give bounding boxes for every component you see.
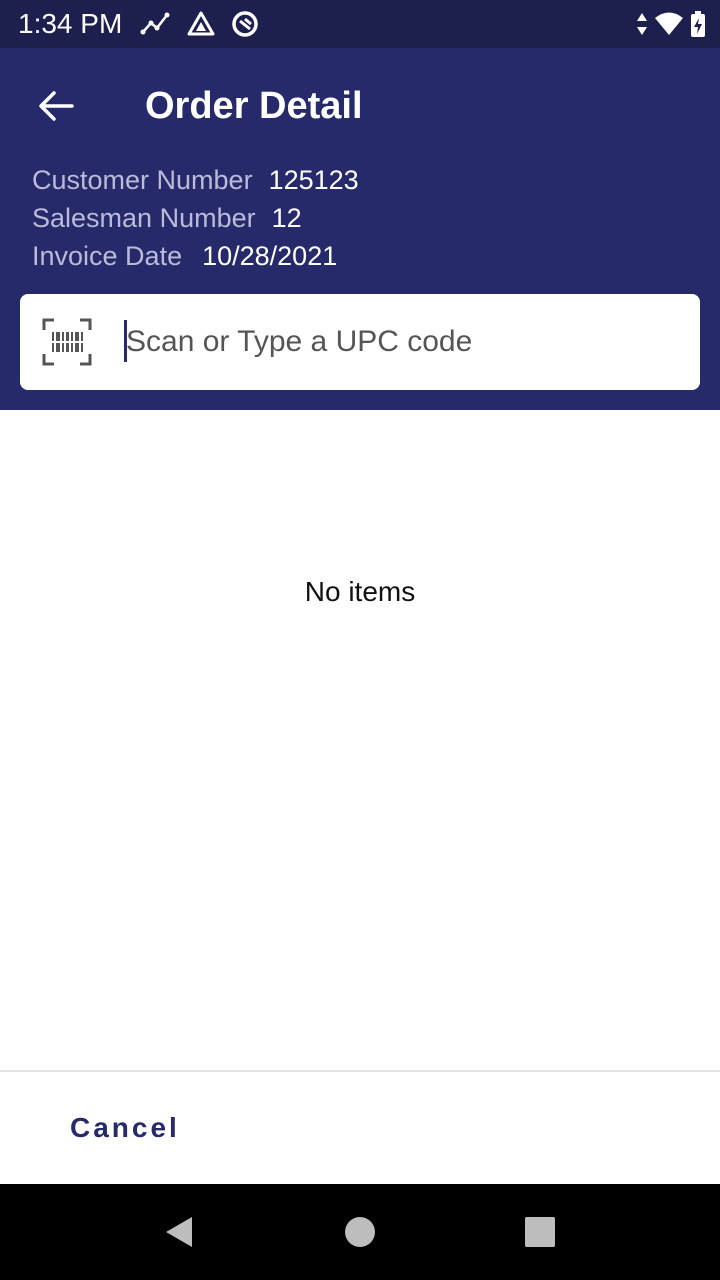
arrow-back-icon xyxy=(39,91,74,121)
nav-back-icon[interactable] xyxy=(162,1214,198,1250)
customer-number-label: Customer Number xyxy=(32,165,253,195)
page-title: Order Detail xyxy=(145,85,363,127)
system-status-icons: 5 xyxy=(636,9,706,39)
invoice-date-row: Invoice Date 10/28/2021 xyxy=(32,240,337,272)
footer-bar: Cancel xyxy=(0,1070,720,1184)
customer-number-row: Customer Number 125123 xyxy=(32,164,359,196)
empty-state-text: No items xyxy=(304,576,416,607)
salesman-number-label: Salesman Number xyxy=(32,203,256,233)
notification-icons xyxy=(140,10,260,38)
salesman-number-value: 12 xyxy=(271,203,302,233)
cancel-button[interactable]: Cancel xyxy=(54,1106,196,1150)
nav-recent-icon[interactable] xyxy=(522,1214,558,1250)
items-list: No items xyxy=(0,410,720,1070)
barcode-scan-icon[interactable] xyxy=(42,318,92,366)
upc-search-box xyxy=(20,294,700,390)
svg-text:5: 5 xyxy=(674,26,680,37)
battery-charging-icon xyxy=(691,11,705,37)
data-arrows-icon xyxy=(637,13,647,35)
back-button[interactable] xyxy=(30,82,82,130)
status-bar: 1:34 PM 5 xyxy=(0,0,720,48)
system-nav-bar xyxy=(0,1184,720,1280)
chart-line-icon xyxy=(140,12,170,35)
customer-number-value: 125123 xyxy=(268,165,359,195)
app-header: Order Detail Customer Number 125123 Sales… xyxy=(0,48,720,410)
upc-input[interactable] xyxy=(124,314,684,370)
wifi-icon: 5 xyxy=(655,12,683,37)
invoice-date-value: 10/28/2021 xyxy=(202,241,338,271)
salesman-number-row: Salesman Number 12 xyxy=(32,202,302,234)
circle-logo-icon xyxy=(232,11,258,37)
invoice-date-label: Invoice Date xyxy=(32,241,183,271)
status-time: 1:34 PM xyxy=(18,8,123,39)
triangle-logo-icon xyxy=(187,11,215,36)
nav-home-icon[interactable] xyxy=(342,1214,378,1250)
